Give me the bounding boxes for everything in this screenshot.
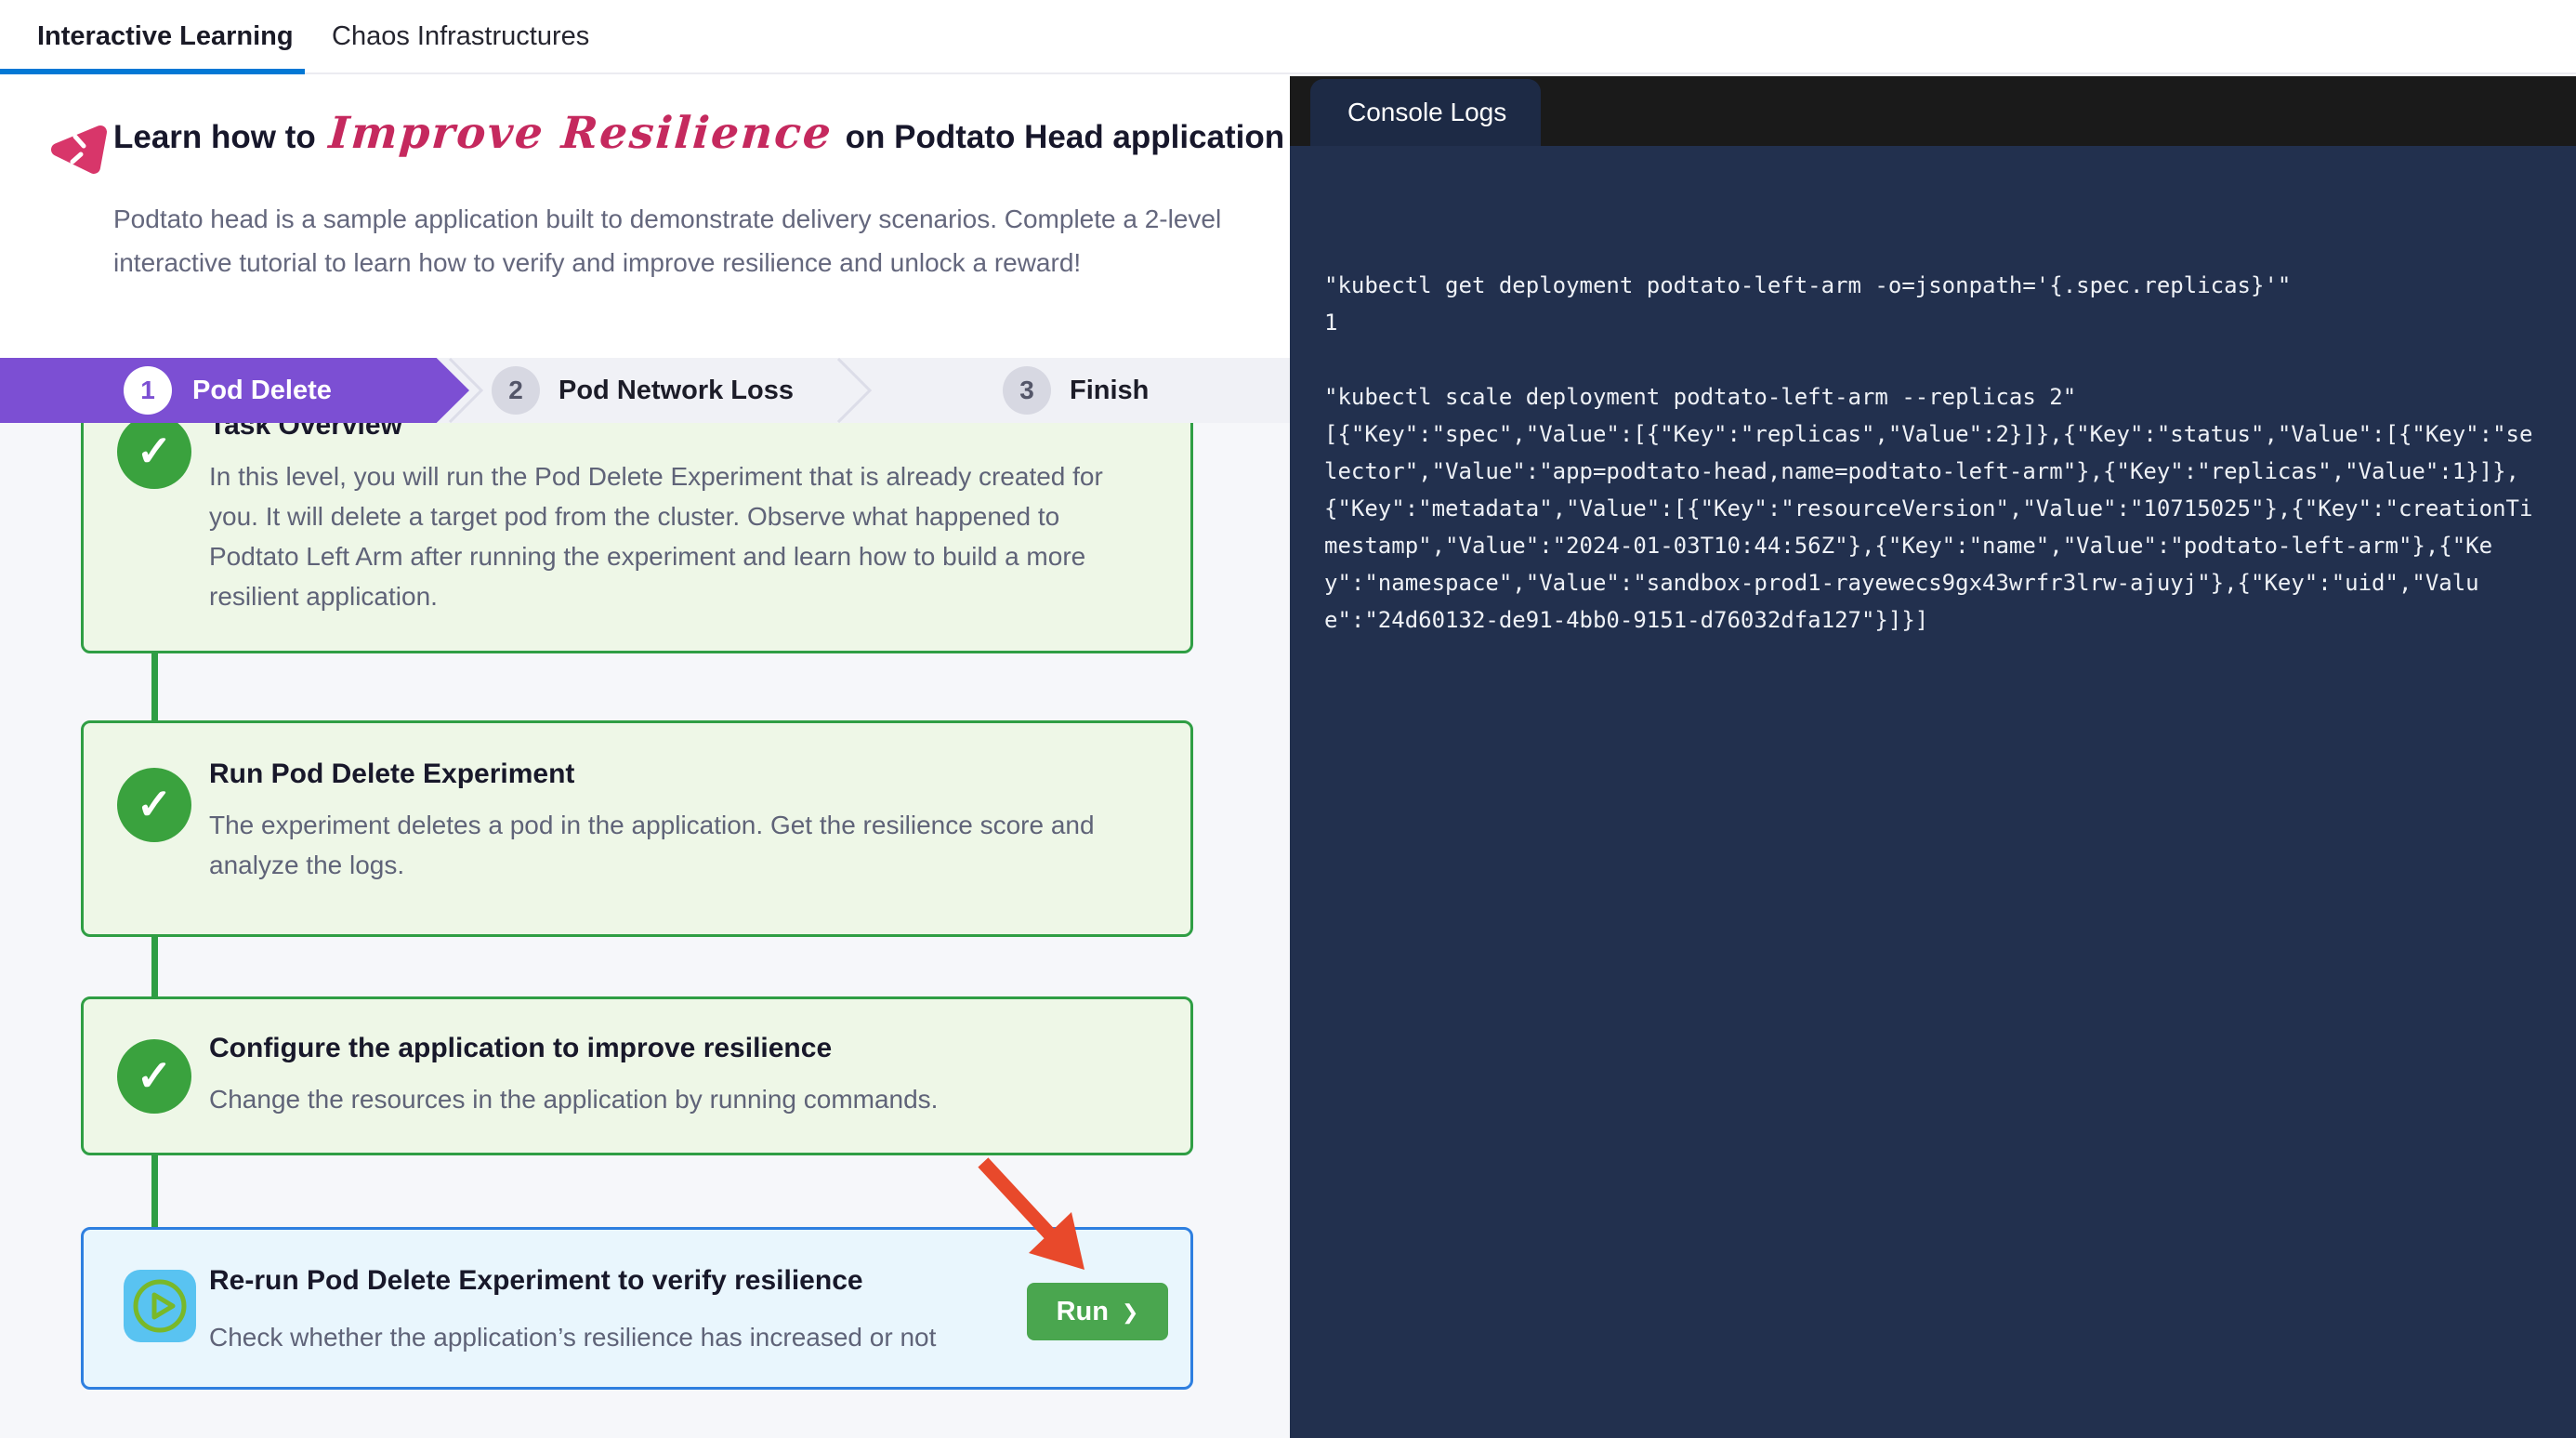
check-circle-icon: ✓ xyxy=(117,415,191,489)
step-3-number-badge: 3 xyxy=(1003,366,1051,415)
task-connector-line xyxy=(151,653,158,720)
console-log-line: "kubectl get deployment podtato-left-arm… xyxy=(1324,267,2560,304)
level-stepper: 1 Pod Delete 2 Pod Network Loss 3 Finish xyxy=(0,358,1290,423)
console-log-text: "kubectl get deployment podtato-left-arm… xyxy=(1324,267,2560,639)
litmus-chaos-logo-icon xyxy=(46,117,113,184)
page-title: Learn how to Improve Resilience on Podta… xyxy=(113,108,1284,177)
chevron-right-icon: ❯ xyxy=(1122,1300,1138,1325)
console-log-line: y":"namespace","Value":"sandbox-prod1-ra… xyxy=(1324,564,2560,601)
step-1-pod-delete[interactable]: Pod Delete xyxy=(192,358,332,423)
task-title: Re-run Pod Delete Experiment to verify r… xyxy=(209,1265,863,1297)
task-connector-line xyxy=(151,1155,158,1227)
step-separator-chevron-icon xyxy=(448,358,485,423)
console-panel: Console Logs "kubectl get deployment pod… xyxy=(1290,76,2576,1438)
console-log-line: [{"Key":"spec","Value":[{"Key":"replicas… xyxy=(1324,416,2560,453)
tab-interactive-learning[interactable]: Interactive Learning xyxy=(37,0,294,73)
task-card-overview: ✓ Task Overview In this level, you will … xyxy=(81,400,1193,653)
console-log-line: e":"24d60132-de91-4bb0-9151-d76032dfa127… xyxy=(1324,601,2560,639)
task-title: Run Pod Delete Experiment xyxy=(209,759,1139,790)
console-log-line xyxy=(1324,341,2560,378)
play-icon xyxy=(124,1270,196,1342)
red-arrow-annotation-icon xyxy=(966,1154,1115,1285)
run-button[interactable]: Run ❯ xyxy=(1027,1283,1168,1340)
task-description: The experiment deletes a pod in the appl… xyxy=(209,805,1106,885)
tutorial-description: Podtato head is a sample application bui… xyxy=(113,197,1233,284)
task-connector-line xyxy=(151,937,158,996)
tab-chaos-infrastructures[interactable]: Chaos Infrastructures xyxy=(332,0,589,73)
title-suffix: on Podtato Head application xyxy=(846,119,1285,156)
check-circle-icon: ✓ xyxy=(117,1039,191,1114)
task-title: Configure the application to improve res… xyxy=(209,1033,1139,1064)
task-card-configure-application: ✓ Configure the application to improve r… xyxy=(81,996,1193,1155)
check-circle-icon: ✓ xyxy=(117,768,191,842)
title-prefix: Learn how to xyxy=(113,119,316,156)
step-1-number-badge: 1 xyxy=(124,366,172,415)
step-separator-chevron-icon xyxy=(836,358,874,423)
task-description: Change the resources in the application … xyxy=(209,1079,1139,1119)
tutorial-panel: Learn how to Improve Resilience on Podta… xyxy=(0,74,1290,1438)
tab-console-logs[interactable]: Console Logs xyxy=(1310,79,1541,146)
task-card-run-experiment: ✓ Run Pod Delete Experiment The experime… xyxy=(81,720,1193,937)
console-log-line: mestamp","Value":"2024-01-03T10:44:56Z"}… xyxy=(1324,527,2560,564)
console-log-line: 1 xyxy=(1324,304,2560,341)
console-log-line: "kubectl scale deployment podtato-left-a… xyxy=(1324,378,2560,416)
console-log-line: lector","Value":"app=podtato-head,name=p… xyxy=(1324,453,2560,490)
run-button-label: Run xyxy=(1057,1297,1109,1327)
step-2-number-badge: 2 xyxy=(492,366,540,415)
step-2-pod-network-loss[interactable]: Pod Network Loss xyxy=(559,358,794,423)
task-description: In this level, you will run the Pod Dele… xyxy=(209,456,1148,616)
step-3-finish[interactable]: Finish xyxy=(1070,358,1149,423)
console-log-area: "kubectl get deployment podtato-left-arm… xyxy=(1290,146,2576,1438)
task-description: Check whether the application’s resilien… xyxy=(209,1323,936,1352)
console-log-line: {"Key":"metadata","Value":[{"Key":"resou… xyxy=(1324,490,2560,527)
top-tab-bar: Interactive Learning Chaos Infrastructur… xyxy=(0,0,2576,74)
title-highlight: Improve Resilience xyxy=(327,108,835,159)
